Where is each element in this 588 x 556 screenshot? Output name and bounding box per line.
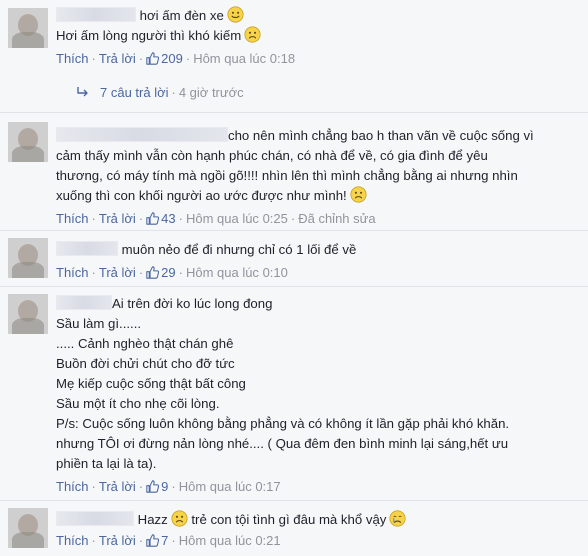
edited-label[interactable]: Đã chỉnh sửa	[298, 211, 375, 226]
like-icon	[146, 212, 159, 225]
like-count[interactable]: 43	[146, 211, 176, 226]
author-name[interactable]	[56, 7, 136, 22]
comment-text: Sầu làm gì......	[56, 316, 142, 331]
comment-text: cảm thấy mình vẫn còn hạnh phúc chán, có…	[56, 148, 488, 163]
divider	[0, 112, 588, 113]
timestamp[interactable]: Hôm qua lúc 0:18	[193, 51, 295, 66]
timestamp[interactable]: Hôm qua lúc 0:17	[179, 479, 281, 494]
comment-text: thương, có máy tính mà ngồi gõ!!!! nhìn …	[56, 168, 518, 183]
comment: Ai trên đời ko lúc long đong Sầu làm gì.…	[0, 288, 588, 498]
frown-emoji-icon	[350, 186, 367, 203]
avatar[interactable]	[8, 294, 48, 334]
like-button[interactable]: Thích	[56, 533, 89, 548]
comment-text: Hơi ấm lòng người thì khó kiếm	[56, 28, 242, 43]
avatar[interactable]	[8, 508, 48, 548]
like-count[interactable]: 9	[146, 479, 168, 494]
comment-actions: Thích · Trả lời · 209 · Hôm qua lúc 0:18	[56, 51, 296, 66]
frown-emoji-icon	[171, 510, 188, 527]
author-name[interactable]	[56, 127, 228, 142]
author-name[interactable]	[56, 511, 134, 526]
replies-time: 4 giờ trước	[178, 85, 244, 100]
comment-text: ..... Cảnh nghèo thật chán ghê	[56, 336, 234, 351]
reply-arrow-icon	[77, 87, 88, 97]
comment-actions: Thích · Trả lời · 43 · Hôm qua lúc 0:25 · Đã chỉ…	[56, 211, 376, 226]
reply-button[interactable]: Trả lời	[99, 265, 136, 280]
smile-emoji-icon	[227, 6, 244, 23]
comment-actions: Thích · Trả lời · 7 · Hôm qua lúc 0:21	[56, 533, 281, 548]
like-icon	[146, 480, 159, 493]
replies-count[interactable]: 7 câu trả lời	[100, 85, 169, 100]
comment-text: phiền ta lại là ta).	[56, 456, 157, 471]
avatar[interactable]	[8, 238, 48, 278]
like-count[interactable]: 29	[146, 265, 176, 280]
like-button[interactable]: Thích	[56, 265, 89, 280]
comment-actions: Thích · Trả lời · 29 · Hôm qua lúc 0:10	[56, 265, 288, 280]
comment-text: muôn nẻo để đi nhưng chỉ có 1 lối để về	[121, 242, 357, 257]
comment-text: Buồn đời chửi chút cho đỡ tức	[56, 356, 235, 371]
divider	[0, 230, 588, 231]
comment-text: xuống thì con khối người ao ước được như…	[56, 188, 347, 203]
like-icon	[146, 52, 159, 65]
author-name[interactable]	[56, 295, 112, 310]
comment-text: Mẹ kiếp cuộc sống thật bất công	[56, 376, 246, 391]
comment-text: Sầu một ít cho nhẹ cõi lòng.	[56, 396, 220, 411]
like-count[interactable]: 7	[146, 533, 168, 548]
author-name[interactable]	[56, 241, 118, 256]
comment: muôn nẻo để đi nhưng chỉ có 1 lối để về …	[0, 232, 588, 286]
like-button[interactable]: Thích	[56, 479, 89, 494]
comment-text: nhưng TÔI ơi đừng nản lòng nhé.... ( Qua…	[56, 436, 509, 451]
comment-text: Ai trên đời ko lúc long đong	[112, 296, 273, 311]
timestamp[interactable]: Hôm qua lúc 0:10	[186, 265, 288, 280]
comment-text: trẻ con tội tình gì đâu mà khổ vậy	[191, 512, 387, 527]
crying-emoji-icon	[389, 510, 406, 527]
reply-button[interactable]: Trả lời	[99, 479, 136, 494]
avatar[interactable]	[8, 8, 48, 48]
divider	[0, 500, 588, 501]
comment: cho nên mình chẳng bao h than vãn về cuộ…	[0, 118, 588, 230]
comment-actions: Thích · Trả lời · 9 · Hôm qua lúc 0:17	[56, 479, 281, 494]
timestamp[interactable]: Hôm qua lúc 0:21	[179, 533, 281, 548]
comment-text: cho nên mình chẳng bao h than vãn về cuộ…	[228, 128, 534, 143]
comment: hơi ấm đèn xe Hơi ấm lòng người thì khó …	[0, 0, 588, 110]
comment-text: hơi ấm đèn xe	[139, 8, 224, 23]
avatar[interactable]	[8, 122, 48, 162]
comment-text: Hazz	[137, 512, 168, 527]
reply-button[interactable]: Trả lời	[99, 533, 136, 548]
like-button[interactable]: Thích	[56, 51, 89, 66]
like-icon	[146, 534, 159, 547]
view-replies-link[interactable]: 7 câu trả lời · 4 giờ trước	[76, 84, 244, 102]
timestamp[interactable]: Hôm qua lúc 0:25	[186, 211, 288, 226]
comment-text: P/s: Cuộc sống luôn không bằng phẳng và …	[56, 416, 510, 431]
comment: Hazz trẻ con tội tình gì đâu mà khổ vậy …	[0, 502, 588, 556]
frown-emoji-icon	[244, 26, 261, 43]
reply-button[interactable]: Trả lời	[99, 211, 136, 226]
divider	[0, 286, 588, 287]
like-icon	[146, 266, 159, 279]
like-button[interactable]: Thích	[56, 211, 89, 226]
reply-button[interactable]: Trả lời	[99, 51, 136, 66]
like-count[interactable]: 209	[146, 51, 183, 66]
